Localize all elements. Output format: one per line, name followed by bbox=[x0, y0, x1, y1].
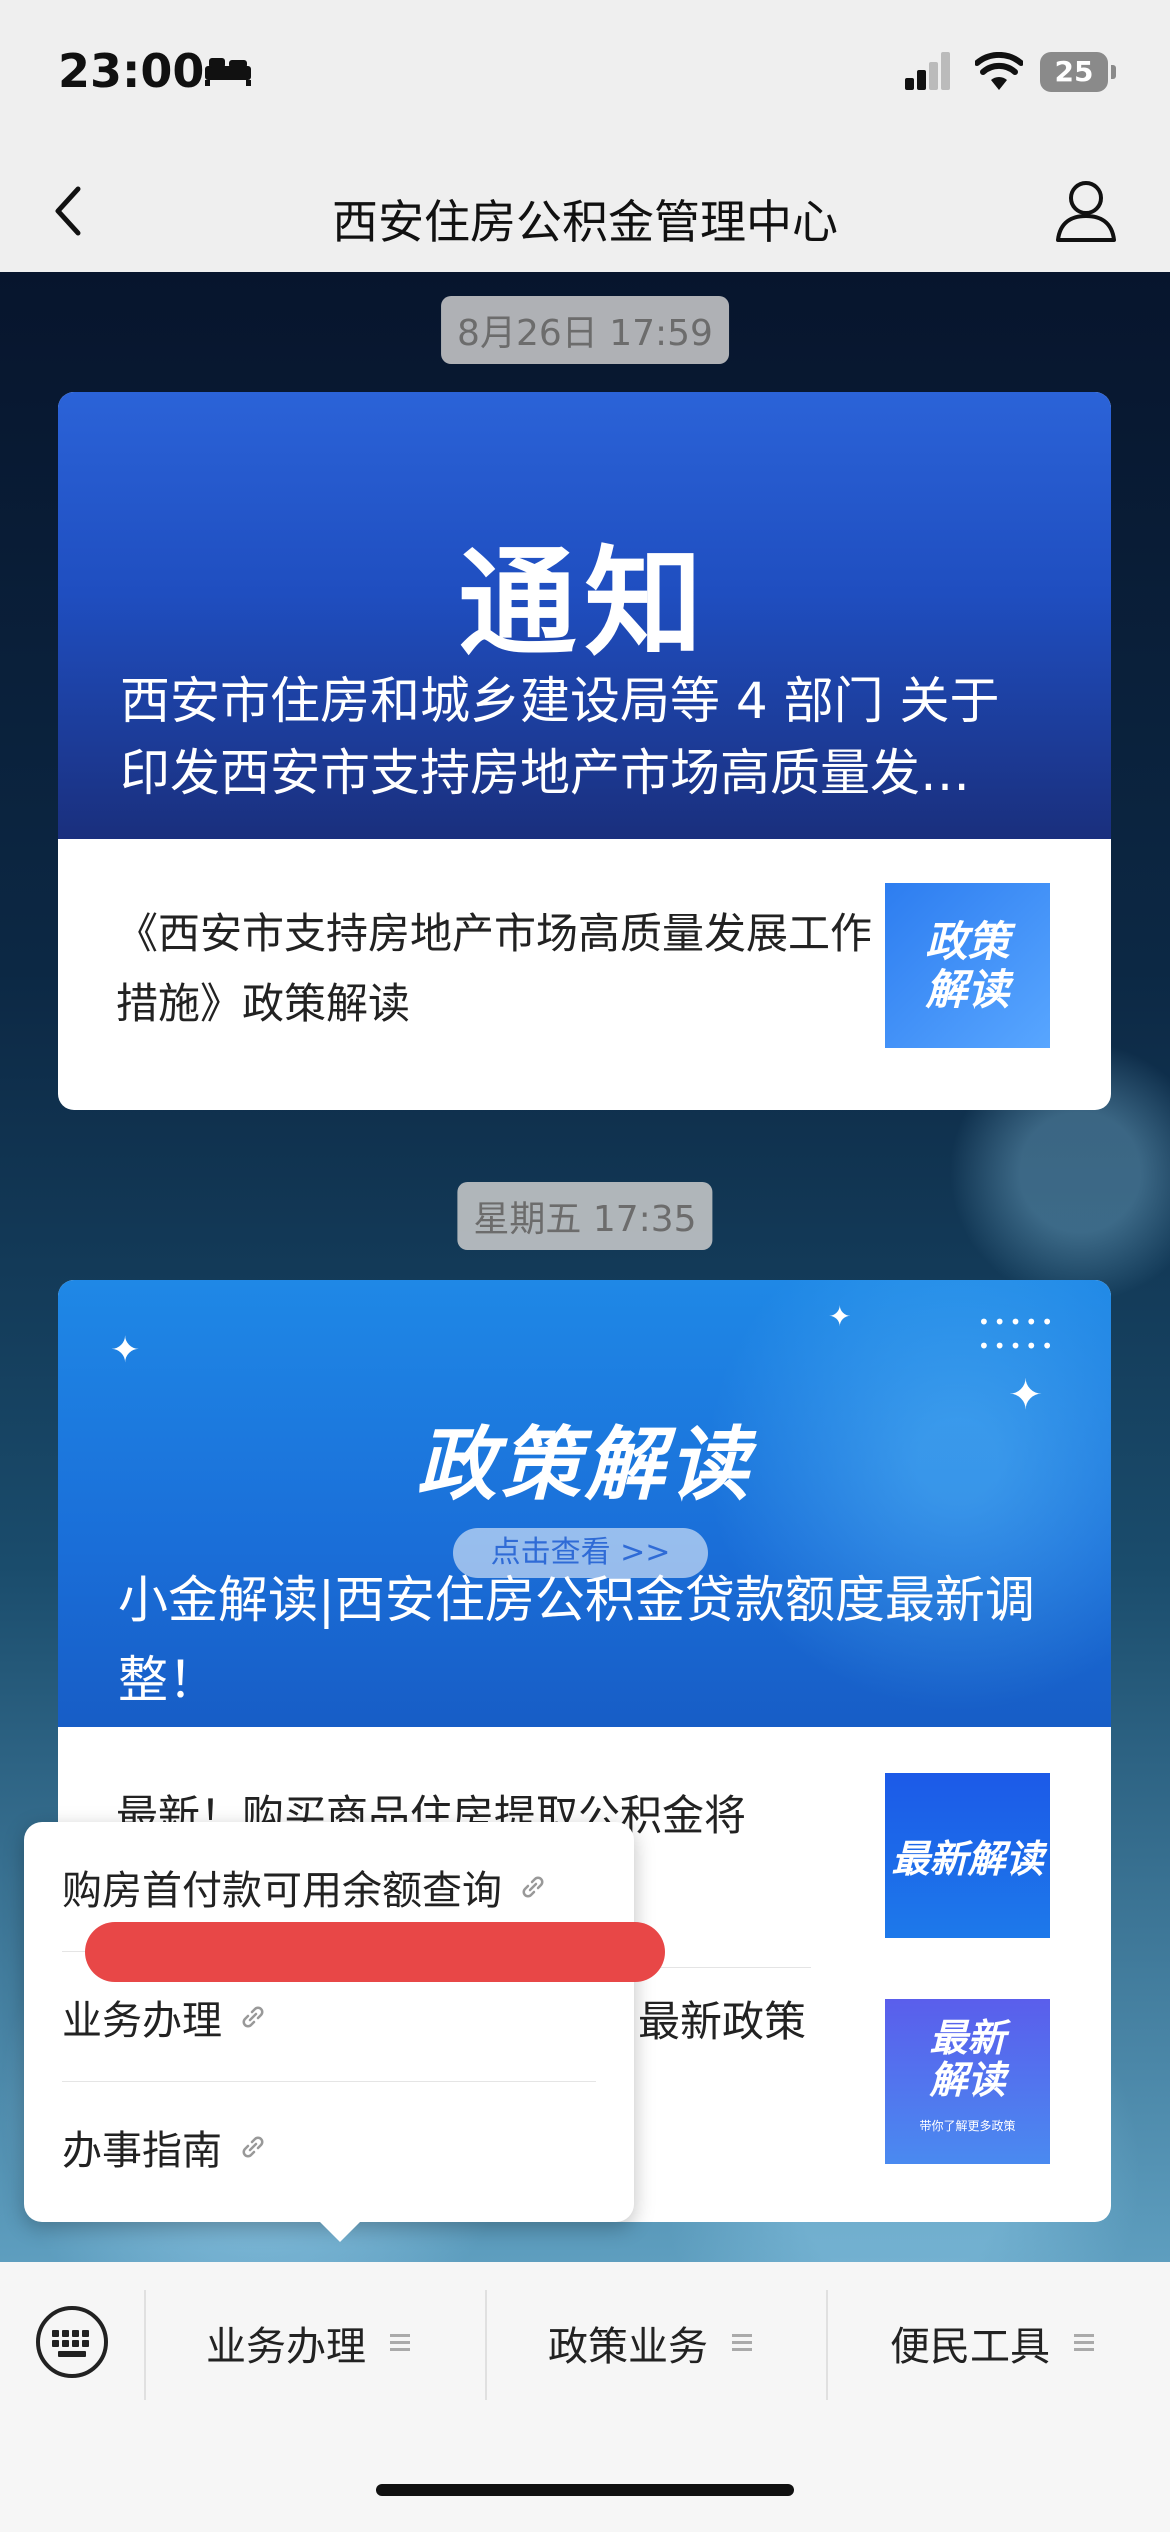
hero-caption: 西安市住房和城乡建设局等 4 部门 关于印发西安市支持房地产市场高质量发… bbox=[120, 672, 1000, 802]
menu-lines-icon bbox=[390, 2334, 410, 2351]
article-thumbnail: 政策 解读 bbox=[885, 883, 1050, 1048]
article-thumbnail: 最新解读 bbox=[885, 1773, 1050, 1938]
hero-headline: 政策解读 bbox=[416, 1418, 753, 1511]
thumbnail-label: 政策 解读 bbox=[925, 916, 1010, 1014]
article-thumbnail: 最新解读 带你了解更多政策 bbox=[885, 1999, 1050, 2164]
divider bbox=[485, 2290, 487, 2400]
home-indicator[interactable] bbox=[376, 2484, 794, 2496]
article-card[interactable]: 通知 西安市住房和城乡建设局等 4 部门 关于印发西安市支持房地产市场高质量发…… bbox=[58, 392, 1111, 1110]
article-list-item[interactable]: 《西安市支持房地产市场高质量发展工作措施》政策解读 政策 解读 bbox=[58, 839, 1111, 1109]
menu-tab-policy[interactable]: 政策业务 bbox=[548, 2314, 752, 2372]
menu-tab-tools[interactable]: 便民工具 bbox=[890, 2314, 1094, 2372]
article-hero-banner[interactable]: 通知 西安市住房和城乡建设局等 4 部门 关于印发西安市支持房地产市场高质量发… bbox=[58, 392, 1111, 839]
battery-indicator: 25 bbox=[1040, 52, 1116, 92]
tab-label: 业务办理 bbox=[206, 2324, 366, 2370]
status-time: 23:00 bbox=[58, 44, 205, 98]
decorative-dots: ••••• ••••• bbox=[978, 1310, 1057, 1358]
tab-label: 政策业务 bbox=[548, 2324, 708, 2370]
sparkle-icon: ✦ bbox=[110, 1330, 141, 1371]
divider bbox=[144, 2290, 146, 2400]
menu-item-label: 购房首付款可用余额查询 bbox=[62, 1867, 502, 1914]
status-bar: 23:00 25 bbox=[0, 0, 1170, 150]
menu-lines-icon bbox=[732, 2334, 752, 2351]
wifi-icon bbox=[975, 52, 1023, 90]
cellular-signal-icon bbox=[905, 52, 950, 90]
tab-label: 便民工具 bbox=[890, 2324, 1050, 2370]
menu-item-guide[interactable]: 办事指南 bbox=[62, 2082, 596, 2212]
nav-bar: 西安住房公积金管理中心 bbox=[0, 150, 1170, 272]
article-title: 《西安市支持房地产市场高质量发展工作措施》政策解读 bbox=[116, 909, 873, 1028]
thumbnail-sublabel: 带你了解更多政策 bbox=[919, 2118, 1016, 2133]
thumbnail-label: 最新解读 bbox=[929, 2015, 1006, 2102]
message-timestamp: 8月26日 17:59 bbox=[441, 296, 729, 364]
link-icon bbox=[242, 2006, 264, 2027]
submenu-popup: 购房首付款可用余额查询 业务办理 办事指南 bbox=[24, 1822, 634, 2242]
menu-tab-business[interactable]: 业务办理 bbox=[206, 2314, 410, 2372]
menu-lines-icon bbox=[1074, 2334, 1094, 2351]
sparkle-icon: ✦ bbox=[828, 1300, 852, 1333]
redaction-mark bbox=[85, 1922, 665, 1982]
keyboard-icon[interactable] bbox=[34, 2304, 110, 2380]
hero-headline: 通知 bbox=[458, 534, 711, 672]
menu-item-label: 业务办理 bbox=[62, 1997, 222, 2044]
sleep-mode-icon bbox=[205, 58, 251, 86]
page-title: 西安住房公积金管理中心 bbox=[332, 195, 838, 249]
divider bbox=[826, 2290, 828, 2400]
hero-caption: 小金解读|西安住房公积金贷款额度最新调整！ bbox=[118, 1571, 1035, 1709]
link-icon bbox=[522, 1876, 544, 1897]
menu-item-label: 办事指南 bbox=[62, 2128, 222, 2174]
link-icon bbox=[242, 2136, 264, 2158]
message-timestamp: 星期五 17:35 bbox=[457, 1182, 713, 1250]
article-title: 最新政策 bbox=[638, 1997, 807, 2046]
article-hero-banner[interactable]: ✦ ✦ ✦ ••••• ••••• 政策解读 点击查看 >> 小金解读|西安住房公… bbox=[58, 1280, 1111, 1727]
thumbnail-label: 最新解读 bbox=[891, 1837, 1044, 1881]
profile-icon[interactable] bbox=[1050, 174, 1122, 246]
